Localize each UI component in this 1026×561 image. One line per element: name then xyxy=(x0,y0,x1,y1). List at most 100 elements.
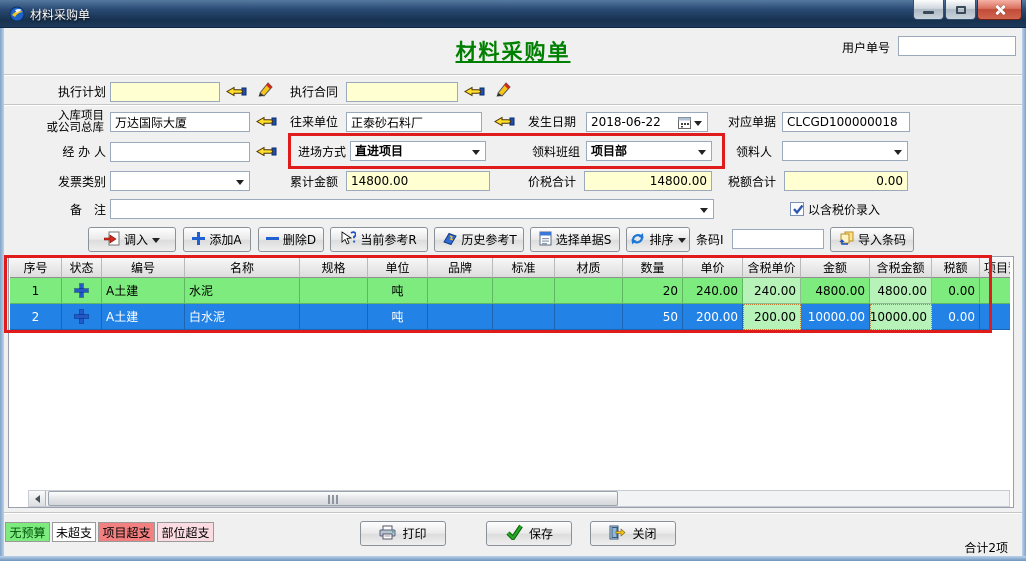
col-header[interactable]: 单位 xyxy=(368,258,428,278)
table-row-selected[interactable]: 2 A土建 白水泥 吨 50 200.00 200.00 10000.00 10… xyxy=(10,304,1010,330)
col-header[interactable]: 数量 xyxy=(623,258,683,278)
col-header[interactable]: 含税金额 xyxy=(870,258,932,278)
table-row[interactable]: 1 A土建 水泥 吨 20 240.00 240.00 4800.00 4800… xyxy=(10,278,1010,304)
scrollbar-thumb[interactable] xyxy=(48,491,618,506)
vendor-input[interactable] xyxy=(346,112,482,132)
edit-pencil-icon[interactable] xyxy=(494,80,512,102)
col-header[interactable]: 名称 xyxy=(185,258,300,278)
select-doc-icon xyxy=(539,231,552,249)
cell-standard xyxy=(493,278,555,304)
col-header[interactable]: 单价 xyxy=(683,258,743,278)
cell-price: 240.00 xyxy=(683,278,743,304)
delete-row-button[interactable]: 删除D xyxy=(258,227,324,252)
current-reference-button[interactable]: 当前参考R xyxy=(330,227,428,252)
minimize-button[interactable] xyxy=(913,0,944,20)
col-header[interactable]: 规格 xyxy=(300,258,368,278)
cell-extra xyxy=(980,304,1010,330)
edit-pencil-icon[interactable] xyxy=(256,80,274,102)
cell-amount: 4800.00 xyxy=(801,278,870,304)
col-header[interactable]: 标准 xyxy=(493,258,555,278)
window-right-border xyxy=(1022,28,1026,561)
handler-input[interactable] xyxy=(110,142,250,162)
invoice-type-select[interactable] xyxy=(110,171,250,191)
close-form-button[interactable]: 关闭 xyxy=(590,521,676,546)
cell-material xyxy=(555,304,623,330)
cell-status xyxy=(62,304,102,330)
select-hand-icon[interactable] xyxy=(256,114,277,133)
vendor-label: 往来单位 xyxy=(286,112,338,132)
cell-amount-with-tax[interactable]: 4800.00 xyxy=(870,278,932,304)
team-select[interactable]: 项目部 xyxy=(586,141,712,161)
horizontal-scrollbar[interactable] xyxy=(28,490,1010,507)
col-header[interactable]: 状态 xyxy=(62,258,102,278)
cell-tax: 0.00 xyxy=(932,304,980,330)
cell-brand xyxy=(428,304,493,330)
select-hand-icon[interactable] xyxy=(226,84,247,103)
save-button[interactable]: 保存 xyxy=(486,521,572,546)
col-header[interactable]: 税额 xyxy=(932,258,980,278)
sort-refresh-icon xyxy=(630,231,645,249)
select-hand-icon[interactable] xyxy=(256,144,277,163)
divider xyxy=(4,74,1022,76)
cell-price-with-tax[interactable]: 240.00 xyxy=(743,278,801,304)
exec-contract-input[interactable] xyxy=(346,82,458,102)
import-barcode-button[interactable]: 导入条码 xyxy=(830,227,914,252)
entry-mode-select[interactable]: 直进项目 xyxy=(350,141,486,161)
remark-combo[interactable] xyxy=(110,199,714,219)
col-header[interactable]: 含税单价 xyxy=(743,258,801,278)
exec-plan-input[interactable] xyxy=(110,82,220,102)
picker-label: 领料人 xyxy=(726,142,772,162)
cell-amount-with-tax[interactable]: 10000.00 xyxy=(870,304,932,330)
barcode-label: 条码I xyxy=(696,230,730,250)
history-reference-button[interactable]: 历史参考T xyxy=(434,227,524,252)
cell-status xyxy=(62,278,102,304)
tax-entry-checkbox[interactable] xyxy=(790,202,804,216)
barcode-input[interactable] xyxy=(732,229,824,249)
cell-brand xyxy=(428,278,493,304)
add-row-button[interactable]: 添加A xyxy=(183,227,251,252)
handler-label: 经 办 人 xyxy=(48,142,106,162)
maximize-icon xyxy=(956,6,966,14)
maximize-button[interactable] xyxy=(945,0,976,20)
add-plus-icon xyxy=(192,232,205,248)
cell-spec xyxy=(300,304,368,330)
save-check-icon xyxy=(505,524,523,543)
cell-spec xyxy=(300,278,368,304)
store-project-input[interactable] xyxy=(110,112,250,132)
exec-plan-label: 执行计划 xyxy=(48,82,106,102)
date-picker[interactable]: 2018-06-22 xyxy=(586,112,708,132)
chevron-down-icon xyxy=(698,150,706,159)
scroll-left-button[interactable] xyxy=(29,491,46,506)
select-hand-icon[interactable] xyxy=(494,114,515,133)
col-header[interactable]: 品牌 xyxy=(428,258,493,278)
total-with-tax-label: 价税合计 xyxy=(524,172,576,192)
team-label: 领料班组 xyxy=(528,142,580,162)
col-header[interactable]: 材质 xyxy=(555,258,623,278)
sort-button[interactable]: 排序 xyxy=(626,227,690,252)
cell-tax: 0.00 xyxy=(932,278,980,304)
col-header[interactable]: 金额 xyxy=(801,258,870,278)
picker-select[interactable] xyxy=(782,141,908,161)
print-button[interactable]: 打印 xyxy=(360,521,446,546)
exec-contract-label: 执行合同 xyxy=(286,82,338,102)
close-button[interactable] xyxy=(977,0,1022,20)
chevron-down-icon xyxy=(894,150,902,159)
select-hand-icon[interactable] xyxy=(464,84,485,103)
col-header[interactable]: 序号 xyxy=(10,258,62,278)
cursor-help-icon xyxy=(341,231,356,249)
load-button[interactable]: 调入 xyxy=(88,227,176,252)
legend-part-over: 部位超支 xyxy=(157,522,214,542)
user-no-input[interactable] xyxy=(898,36,1016,56)
cell-code: A土建 xyxy=(102,304,185,330)
select-doc-button[interactable]: 选择单据S xyxy=(530,227,620,252)
store-project-label: 入库项目 或公司总库 xyxy=(36,109,104,133)
col-header[interactable]: 编号 xyxy=(102,258,185,278)
tax-total-label: 税额合计 xyxy=(724,172,776,192)
legend-not-over: 未超支 xyxy=(52,522,96,542)
chevron-down-icon xyxy=(236,180,244,189)
cell-unit: 吨 xyxy=(368,278,428,304)
cell-price-with-tax[interactable]: 200.00 xyxy=(743,304,801,330)
ref-doc-input[interactable] xyxy=(782,112,910,132)
col-header[interactable]: 项目预 xyxy=(980,258,1010,278)
cell-qty: 50 xyxy=(623,304,683,330)
